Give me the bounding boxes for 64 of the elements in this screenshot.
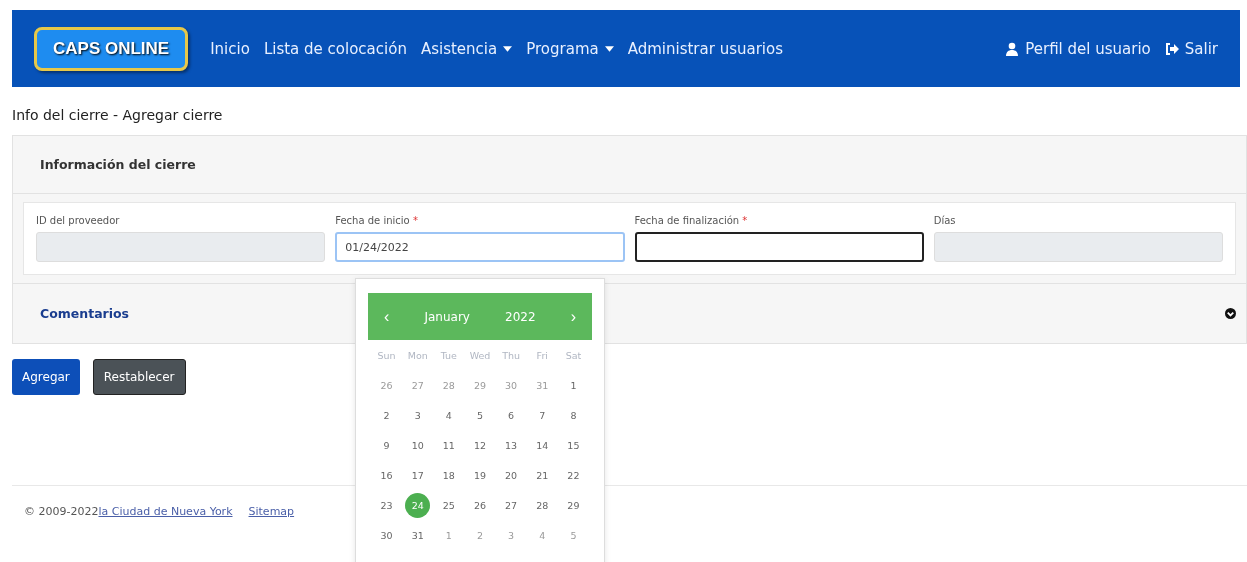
field-label: Días xyxy=(933,215,957,226)
expand-icon xyxy=(1225,308,1236,319)
user-icon xyxy=(1005,41,1020,56)
calendar-day[interactable]: 13 xyxy=(498,433,524,458)
calendar-day[interactable]: 14 xyxy=(529,433,555,458)
section-header: Información del cierre xyxy=(13,136,1246,194)
calendar-day[interactable]: 12 xyxy=(467,433,493,458)
calendar-day[interactable]: 25 xyxy=(436,493,462,518)
calendar-day[interactable]: 6 xyxy=(498,403,524,428)
calendar-day[interactable]: 4 xyxy=(436,403,462,428)
calendar-day[interactable]: 11 xyxy=(436,433,462,458)
page-title: Info del cierre - Agregar cierre xyxy=(12,107,224,123)
calendar-day[interactable]: 28 xyxy=(529,493,555,518)
sitemap-link[interactable]: Sitemap xyxy=(248,505,295,518)
field-label: ID del proveedor xyxy=(36,215,121,226)
city-link[interactable]: la Ciudad de Nueva York xyxy=(98,505,233,518)
calendar-day[interactable]: 15 xyxy=(560,433,586,458)
caret-icon xyxy=(604,45,614,52)
weekday-label: Sat xyxy=(564,350,583,363)
add-button[interactable]: Agregar xyxy=(12,359,80,395)
calendar-day[interactable]: 27 xyxy=(498,493,524,518)
calendar-day[interactable]: 23 xyxy=(374,493,400,518)
calendar-day[interactable]: 16 xyxy=(374,463,400,488)
calendar-day[interactable]: 3 xyxy=(405,403,431,428)
calendar-day[interactable]: 21 xyxy=(529,463,555,488)
nav-link[interactable]: Administrar usuarios xyxy=(627,39,783,58)
weekday-label: Mon xyxy=(406,350,429,363)
nav-link[interactable]: Inicio xyxy=(210,39,250,58)
calendar-day[interactable]: 8 xyxy=(560,403,586,428)
weekday-label: Thu xyxy=(501,350,522,363)
input-field[interactable]: 01/24/2022 xyxy=(335,232,625,262)
calendar-day[interactable]: 20 xyxy=(498,463,524,488)
weekday-label: Wed xyxy=(468,350,492,363)
comments-title: Comentarios xyxy=(40,306,130,321)
weekday-label: Sun xyxy=(376,350,397,363)
calendar-day[interactable]: 19 xyxy=(467,463,493,488)
calendar-day[interactable]: 22 xyxy=(560,463,586,488)
sign-out-icon xyxy=(1164,41,1179,56)
logout-link[interactable]: Salir xyxy=(1164,39,1218,58)
calendar-day[interactable]: 18 xyxy=(436,463,462,488)
calendar-day[interactable]: 31 xyxy=(405,523,431,548)
calendar-day[interactable]: 10 xyxy=(405,433,431,458)
reset-button[interactable]: Restablecer xyxy=(92,359,186,395)
calendar-day[interactable]: 1 xyxy=(560,373,586,398)
weekday-label: Fri xyxy=(535,350,549,363)
field-label: Fecha de finalización * xyxy=(634,215,749,226)
calendar-day[interactable]: 9 xyxy=(374,433,400,458)
calendar-day[interactable]: 17 xyxy=(405,463,431,488)
calendar-day[interactable]: 2 xyxy=(374,403,400,428)
field-label: Fecha de inicio * xyxy=(335,215,419,226)
calendar-day[interactable]: 26 xyxy=(467,493,493,518)
calendar-day[interactable]: 29 xyxy=(560,493,586,518)
calendar-day[interactable]: 5 xyxy=(467,403,493,428)
copyright-text: © 2009-2022 xyxy=(24,505,99,518)
profile-link[interactable]: Perfil del usuario xyxy=(1005,39,1151,58)
calendar-day[interactable]: 7 xyxy=(529,403,555,428)
logo[interactable]: CAPS ONLINE xyxy=(34,26,189,71)
input-field[interactable] xyxy=(634,232,924,262)
nav-link[interactable]: Programa xyxy=(526,39,614,58)
calendar-day[interactable]: 30 xyxy=(374,523,400,548)
nav-link[interactable]: Asistencia xyxy=(420,39,513,58)
nav-link[interactable]: Lista de colocación xyxy=(263,39,407,58)
weekday-label: Tue xyxy=(439,350,458,363)
caret-icon xyxy=(503,45,513,52)
